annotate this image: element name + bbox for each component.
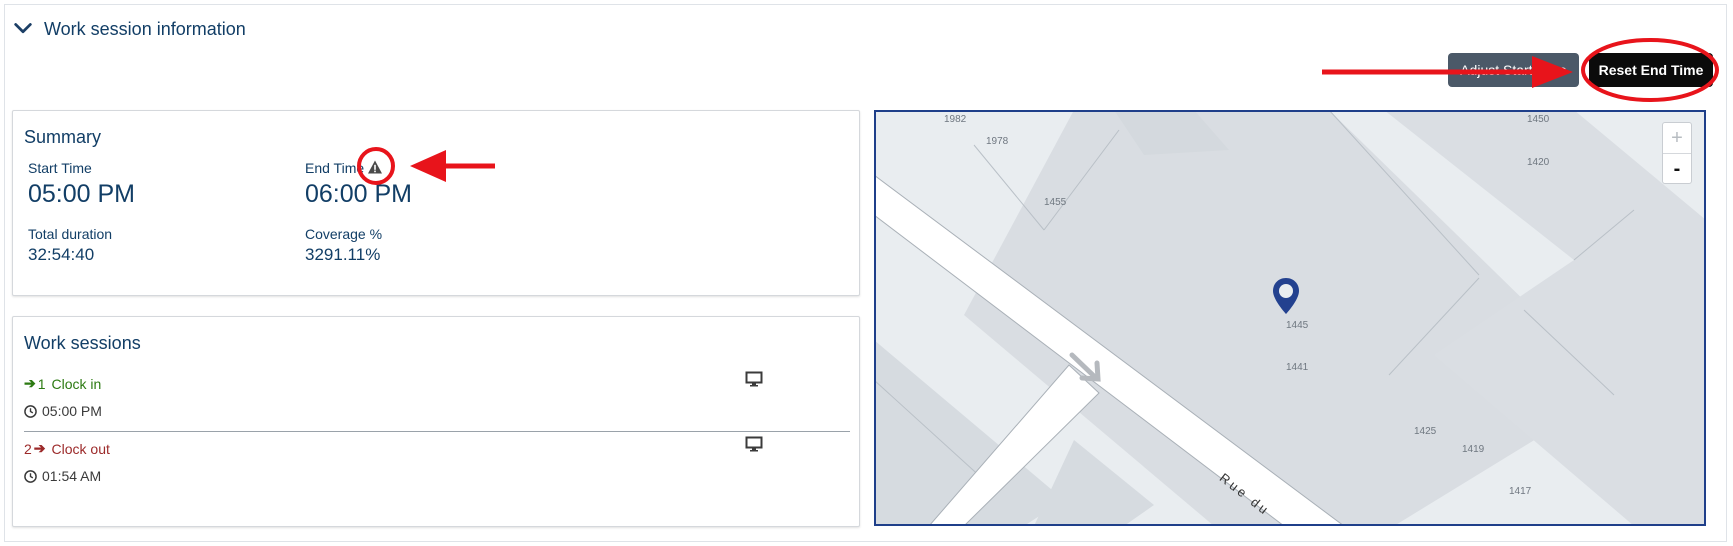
coverage-label: Coverage % [305, 226, 383, 242]
warning-icon[interactable] [367, 159, 383, 175]
clock-icon [24, 404, 37, 418]
map-label: 1417 [1509, 486, 1532, 497]
map-label: 1978 [986, 136, 1009, 147]
end-time-value: 06:00 PM [305, 180, 413, 208]
map-label: 1455 [1044, 197, 1067, 208]
arrow-right-icon: ➔ [33, 440, 46, 456]
arrow-right-icon: ➔ [24, 375, 36, 391]
work-sessions-card: Work sessions ➔ 1 Clock in 05:00 PM 2 ➔ … [12, 316, 860, 527]
reset-end-time-button[interactable]: Reset End Time [1589, 53, 1713, 87]
map-label: 1425 [1414, 426, 1437, 437]
session-number: 1 [37, 375, 46, 392]
session-time: 05:00 PM [24, 403, 102, 419]
coverage-value: 3291.11% [305, 245, 381, 264]
clock-icon [24, 469, 37, 483]
map-tiles [876, 112, 1704, 524]
total-duration-value: 32:54:40 [28, 245, 95, 264]
session-time-value: 01:54 AM [42, 468, 102, 484]
session-divider [24, 431, 850, 432]
adjust-start-time-button[interactable]: Adjust Start Time [1448, 53, 1579, 87]
summary-card: Summary Start Time 05:00 PM End Time 06:… [12, 110, 860, 296]
map-label: 1441 [1286, 362, 1309, 373]
map-label: 1450 [1527, 114, 1550, 125]
summary-title: Summary [24, 127, 102, 147]
desktop-icon [745, 436, 763, 452]
map-label: 1420 [1527, 157, 1550, 168]
map-view[interactable]: 1982 1978 1455 1450 1420 1445 1441 1425 … [874, 110, 1706, 526]
session-row-clock-out[interactable]: 2 ➔ Clock out [24, 440, 850, 457]
clock-out-type: 2 ➔ Clock out [24, 440, 850, 457]
start-time-label: Start Time [28, 160, 92, 176]
map-label: 1445 [1286, 320, 1309, 331]
session-time-value: 05:00 PM [42, 403, 102, 419]
session-number: 2 [24, 440, 32, 457]
chevron-down-icon[interactable] [12, 18, 34, 40]
work-sessions-title: Work sessions [24, 333, 141, 353]
clock-in-type: ➔ 1 Clock in [24, 375, 850, 392]
section-title: Work session information [44, 18, 246, 39]
session-time: 01:54 AM [24, 468, 101, 484]
total-duration-label: Total duration [28, 226, 113, 242]
session-row-clock-in[interactable]: ➔ 1 Clock in [24, 375, 850, 392]
session-type-label: Clock out [51, 440, 110, 457]
map-label: 1419 [1462, 444, 1485, 455]
zoom-in-button[interactable]: + [1663, 123, 1691, 154]
end-time-label: End Time [305, 160, 365, 176]
desktop-icon [745, 371, 763, 387]
session-type-label: Clock in [51, 375, 102, 392]
start-time-value: 05:00 PM [28, 180, 136, 208]
map-label: 1982 [944, 114, 967, 125]
location-pin-icon[interactable] [1271, 276, 1301, 316]
zoom-out-button[interactable]: - [1663, 154, 1691, 184]
zoom-control: + - [1662, 122, 1692, 184]
section-header[interactable]: Work session information [12, 18, 246, 40]
